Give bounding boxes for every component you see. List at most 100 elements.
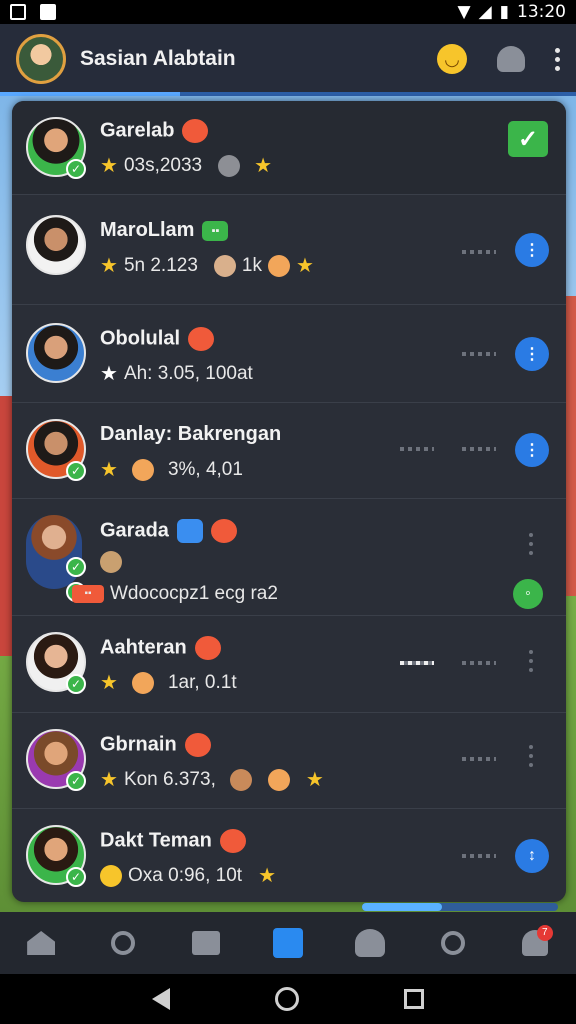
avatar [26, 215, 86, 275]
tab-friends[interactable] [433, 923, 473, 963]
avatar [26, 515, 82, 589]
typing-indicator [462, 757, 496, 761]
chat-icon [272, 928, 303, 958]
face-emoji-icon [131, 671, 154, 694]
contact-name: Dakt Teman [100, 829, 212, 852]
recents-icon[interactable] [403, 989, 424, 1009]
info-button[interactable]: ⋮ [515, 433, 549, 467]
face-emoji-icon [267, 768, 290, 791]
home-button-icon[interactable] [274, 987, 299, 1011]
angry-emoji-icon [188, 327, 214, 351]
online-check-icon: ✓ [66, 557, 86, 577]
tab-notifications[interactable]: 7 [515, 923, 555, 963]
info-button[interactable]: ↕ [515, 839, 549, 873]
typing-indicator [462, 250, 496, 254]
status-button[interactable]: ◦ [513, 579, 543, 609]
angry-emoji-icon [184, 733, 211, 757]
contact-meta: Oxa 0:96, 10t [128, 864, 243, 886]
contact-meta: Wdococpz1 ecg ra2 [110, 583, 278, 604]
contact-name: Aahteran [100, 636, 187, 659]
face-emoji-icon [131, 458, 154, 481]
contact-name: Danlay: Bakrengan [100, 423, 282, 445]
online-check-icon: ✓ [66, 461, 86, 481]
list-item[interactable]: ✓ Dakt Teman Oxa 0:96, 10t ★ ↕ [12, 809, 566, 902]
tab-chats[interactable] [268, 923, 308, 963]
wifi-icon: ▼ [457, 2, 471, 22]
list-item[interactable]: Obolulal ★ Ah: 3.05, 100at ⋮ [12, 305, 566, 403]
face-emoji-icon [229, 768, 252, 791]
bottom-tab-bar: 7 [0, 912, 576, 974]
list-item[interactable]: MaroLlam ▪▪ ★ 5n 2.123 1k ★ ⋮ [12, 195, 566, 305]
typing-indicator [462, 352, 496, 356]
emoji-button[interactable]: ◡ [437, 44, 467, 74]
angry-emoji-icon [210, 519, 237, 543]
typing-indicator [400, 447, 434, 451]
message-badge-icon: ▪▪ [202, 220, 229, 241]
battery-icon: ▮ [499, 2, 509, 22]
system-navigation-bar [0, 974, 576, 1024]
overflow-menu-icon[interactable] [555, 47, 560, 71]
face-emoji-icon [100, 551, 122, 573]
clock: 13:20 [517, 2, 566, 22]
star-icon: ★ [100, 769, 118, 791]
contact-name: Obolulal [100, 327, 180, 350]
profile-avatar[interactable] [16, 34, 66, 84]
back-icon[interactable] [152, 988, 171, 1010]
contact-name: Garada [100, 519, 169, 542]
chat-bot-button[interactable] [497, 46, 525, 72]
more-options-icon[interactable] [529, 745, 533, 767]
star-icon: ★ [305, 769, 324, 791]
tab-home[interactable] [21, 923, 61, 963]
avatar [26, 323, 86, 383]
list-item[interactable]: ✓ Garelab ★ 03s,2033 ★ ✓ [12, 101, 566, 195]
list-item[interactable]: ✓ Danlay: Bakrengan ★ 3%, 4,01 ⋮ [12, 403, 566, 499]
app-bar: Sasian Alabtain ◡ [0, 24, 576, 94]
person-icon [355, 929, 386, 957]
more-options-icon[interactable] [529, 533, 533, 555]
home-icon [27, 931, 56, 955]
typing-indicator [462, 661, 496, 665]
star-icon: ★ [100, 363, 118, 385]
contact-name: MaroLlam [100, 219, 195, 241]
add-friend-icon [440, 931, 465, 955]
contact-name: Garelab [100, 119, 175, 142]
search-icon [111, 931, 136, 955]
online-check-icon: ✓ [66, 867, 86, 887]
list-item[interactable]: ✓ Aahteran ★ 1ar, 0.1t [12, 616, 566, 713]
page-title: Sasian Alabtain [80, 47, 236, 70]
star-icon: ★ [258, 865, 277, 887]
sd-card-icon [40, 4, 56, 20]
more-options-icon[interactable] [529, 650, 533, 672]
angry-emoji-icon [194, 636, 221, 660]
hd-badge-icon: ▪▪ [72, 585, 104, 603]
contact-list: ✓ Garelab ★ 03s,2033 ★ ✓ MaroLlam ▪▪ ★ 5n… [12, 101, 566, 902]
contact-meta: 5n 2.123 [123, 254, 198, 276]
contact-meta: 03s,2033 [123, 154, 203, 176]
contact-meta: 1ar, 0.1t [167, 671, 237, 693]
smile-emoji-icon [100, 864, 122, 887]
info-button[interactable]: ⋮ [515, 337, 549, 371]
diamond-badge-icon [176, 519, 203, 543]
tab-profile[interactable] [350, 923, 390, 963]
online-check-icon: ✓ [66, 159, 86, 179]
tab-search[interactable] [103, 923, 143, 963]
status-bar: ▼ ◢ ▮ 13:20 [0, 0, 576, 24]
info-button[interactable]: ⋮ [515, 233, 549, 267]
contact-meta: 3%, 4,01 [167, 458, 243, 480]
angry-emoji-icon [182, 119, 209, 143]
confirm-button[interactable]: ✓ [508, 121, 548, 157]
star-icon: ★ [295, 255, 314, 277]
online-check-icon: ✓ [66, 771, 86, 791]
signal-icon: ◢ [478, 2, 492, 22]
list-item[interactable]: ✓ Gbrnain ★ Kon 6.373, ★ [12, 713, 566, 809]
contact-meta: Ah: 3.05, 100at [123, 362, 253, 384]
tab-tasks[interactable] [186, 923, 226, 963]
scroll-progress [362, 903, 558, 911]
typing-indicator [400, 661, 434, 665]
star-icon: ★ [100, 672, 118, 694]
typing-indicator [462, 854, 496, 858]
star-icon: ★ [100, 155, 118, 177]
list-item[interactable]: ✓ ✓ Garada ▪▪ Wdococpz1 ecg ra2 ◦ [12, 499, 566, 616]
notification-count-badge: 7 [536, 925, 553, 941]
notification-icon [10, 4, 26, 20]
